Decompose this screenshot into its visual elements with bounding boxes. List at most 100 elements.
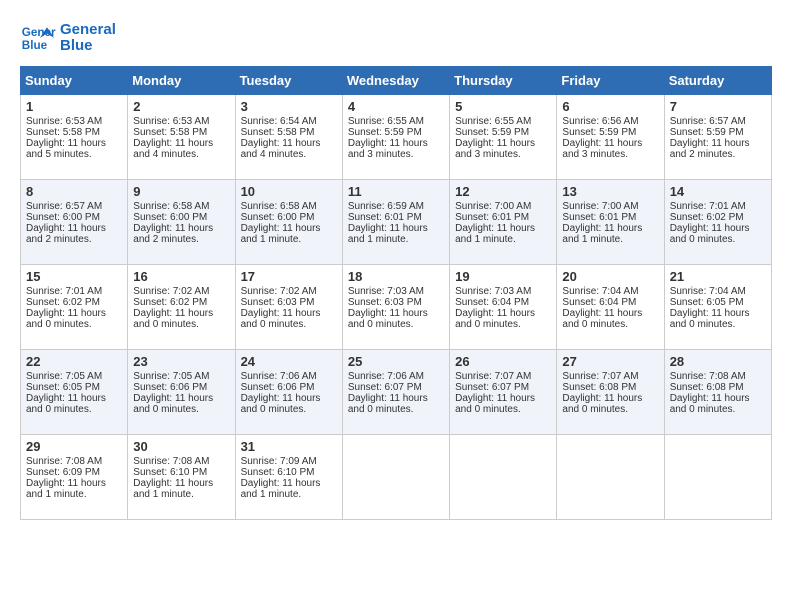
svg-text:General: General bbox=[22, 26, 56, 39]
sunrise-text: Sunrise: 6:53 AM bbox=[26, 116, 102, 127]
sunrise-text: Sunrise: 6:56 AM bbox=[562, 116, 638, 127]
calendar-cell bbox=[557, 435, 664, 520]
calendar-cell: 1Sunrise: 6:53 AMSunset: 5:58 PMDaylight… bbox=[21, 95, 128, 180]
daylight-text: Daylight: 11 hours and 0 minutes. bbox=[241, 393, 321, 415]
sunrise-text: Sunrise: 7:01 AM bbox=[26, 286, 102, 297]
sunset-text: Sunset: 5:59 PM bbox=[348, 127, 422, 138]
day-number: 1 bbox=[26, 99, 122, 114]
day-number: 23 bbox=[133, 354, 229, 369]
sunrise-text: Sunrise: 7:07 AM bbox=[562, 371, 638, 382]
calendar-cell: 29Sunrise: 7:08 AMSunset: 6:09 PMDayligh… bbox=[21, 435, 128, 520]
day-number: 22 bbox=[26, 354, 122, 369]
daylight-text: Daylight: 11 hours and 0 minutes. bbox=[455, 308, 535, 330]
svg-text:Blue: Blue bbox=[22, 39, 48, 52]
calendar-cell: 26Sunrise: 7:07 AMSunset: 6:07 PMDayligh… bbox=[450, 350, 557, 435]
sunset-text: Sunset: 6:05 PM bbox=[670, 297, 744, 308]
sunset-text: Sunset: 5:58 PM bbox=[241, 127, 315, 138]
sunrise-text: Sunrise: 7:00 AM bbox=[562, 201, 638, 212]
logo-general: General bbox=[60, 22, 116, 39]
sunset-text: Sunset: 6:10 PM bbox=[133, 467, 207, 478]
sunrise-text: Sunrise: 7:05 AM bbox=[26, 371, 102, 382]
daylight-text: Daylight: 11 hours and 0 minutes. bbox=[26, 393, 106, 415]
sunrise-text: Sunrise: 7:08 AM bbox=[26, 456, 102, 467]
daylight-text: Daylight: 11 hours and 1 minute. bbox=[455, 223, 535, 245]
sunset-text: Sunset: 6:02 PM bbox=[133, 297, 207, 308]
sunset-text: Sunset: 6:09 PM bbox=[26, 467, 100, 478]
daylight-text: Daylight: 11 hours and 0 minutes. bbox=[562, 308, 642, 330]
day-number: 17 bbox=[241, 269, 337, 284]
sunrise-text: Sunrise: 7:07 AM bbox=[455, 371, 531, 382]
calendar-cell: 10 Sunrise: 6:58 AMSunset: 6:00 PMDayligh… bbox=[235, 180, 342, 265]
calendar-cell: 12Sunrise: 7:00 AMSunset: 6:01 PMDayligh… bbox=[450, 180, 557, 265]
sunset-text: Sunset: 6:00 PM bbox=[241, 212, 315, 223]
sunset-text: Sunset: 6:07 PM bbox=[348, 382, 422, 393]
sunrise-text: Sunrise: 6:55 AM bbox=[455, 116, 531, 127]
daylight-text: Daylight: 11 hours and 0 minutes. bbox=[26, 308, 106, 330]
calendar-week-2: 8Sunrise: 6:57 AMSunset: 6:00 PMDaylight… bbox=[21, 180, 772, 265]
calendar-cell bbox=[664, 435, 771, 520]
calendar-cell: 24Sunrise: 7:06 AMSunset: 6:06 PMDayligh… bbox=[235, 350, 342, 435]
day-number: 4 bbox=[348, 99, 444, 114]
daylight-text: Daylight: 11 hours and 2 minutes. bbox=[133, 223, 213, 245]
day-number: 15 bbox=[26, 269, 122, 284]
day-number: 31 bbox=[241, 439, 337, 454]
calendar-cell: 17 Sunrise: 7:02 AMSunset: 6:03 PMDayligh… bbox=[235, 265, 342, 350]
col-header-friday: Friday bbox=[557, 67, 664, 95]
sunrise-text: Sunrise: 7:08 AM bbox=[670, 371, 746, 382]
sunset-text: Sunset: 6:01 PM bbox=[348, 212, 422, 223]
sunrise-text: Sunrise: 6:57 AM bbox=[26, 201, 102, 212]
calendar-cell: 25 Sunrise: 7:06 AMSunset: 6:07 PMDayligh… bbox=[342, 350, 449, 435]
daylight-text: Daylight: 11 hours and 0 minutes. bbox=[133, 308, 213, 330]
calendar-cell: 2Sunrise: 6:53 AMSunset: 5:58 PMDaylight… bbox=[128, 95, 235, 180]
day-number: 25 bbox=[348, 354, 444, 369]
logo: General Blue General Blue bbox=[20, 20, 116, 56]
calendar-cell: 9 Sunrise: 6:58 AMSunset: 6:00 PMDaylight… bbox=[128, 180, 235, 265]
day-number: 9 bbox=[133, 184, 229, 199]
daylight-text: Daylight: 11 hours and 0 minutes. bbox=[241, 308, 321, 330]
day-number: 12 bbox=[455, 184, 551, 199]
day-number: 5 bbox=[455, 99, 551, 114]
daylight-text: Daylight: 11 hours and 0 minutes. bbox=[348, 393, 428, 415]
day-number: 14 bbox=[670, 184, 766, 199]
sunrise-text: Sunrise: 6:53 AM bbox=[133, 116, 209, 127]
calendar-cell: 18Sunrise: 7:03 AMSunset: 6:03 PMDayligh… bbox=[342, 265, 449, 350]
day-number: 11 bbox=[348, 184, 444, 199]
day-number: 8 bbox=[26, 184, 122, 199]
day-number: 7 bbox=[670, 99, 766, 114]
calendar-cell: 21Sunrise: 7:04 AMSunset: 6:05 PMDayligh… bbox=[664, 265, 771, 350]
sunrise-text: Sunrise: 7:08 AM bbox=[133, 456, 209, 467]
daylight-text: Daylight: 11 hours and 1 minute. bbox=[348, 223, 428, 245]
sunrise-text: Sunrise: 7:02 AM bbox=[241, 286, 317, 297]
calendar-cell: 15Sunrise: 7:01 AMSunset: 6:02 PMDayligh… bbox=[21, 265, 128, 350]
sunrise-text: Sunrise: 7:06 AM bbox=[241, 371, 317, 382]
day-number: 6 bbox=[562, 99, 658, 114]
sunrise-text: Sunrise: 6:58 AM bbox=[133, 201, 209, 212]
sunrise-text: Sunrise: 7:03 AM bbox=[455, 286, 531, 297]
day-number: 24 bbox=[241, 354, 337, 369]
sunset-text: Sunset: 6:08 PM bbox=[670, 382, 744, 393]
day-number: 21 bbox=[670, 269, 766, 284]
daylight-text: Daylight: 11 hours and 1 minute. bbox=[241, 223, 321, 245]
day-number: 27 bbox=[562, 354, 658, 369]
daylight-text: Daylight: 11 hours and 0 minutes. bbox=[348, 308, 428, 330]
daylight-text: Daylight: 11 hours and 4 minutes. bbox=[241, 138, 321, 160]
calendar-week-1: 1Sunrise: 6:53 AMSunset: 5:58 PMDaylight… bbox=[21, 95, 772, 180]
sunset-text: Sunset: 6:03 PM bbox=[241, 297, 315, 308]
sunrise-text: Sunrise: 7:06 AM bbox=[348, 371, 424, 382]
daylight-text: Daylight: 11 hours and 4 minutes. bbox=[133, 138, 213, 160]
calendar-cell: 16Sunrise: 7:02 AMSunset: 6:02 PMDayligh… bbox=[128, 265, 235, 350]
calendar-cell: 22Sunrise: 7:05 AMSunset: 6:05 PMDayligh… bbox=[21, 350, 128, 435]
sunset-text: Sunset: 5:59 PM bbox=[670, 127, 744, 138]
sunset-text: Sunset: 6:00 PM bbox=[133, 212, 207, 223]
day-number: 10 bbox=[241, 184, 337, 199]
logo-blue: Blue bbox=[60, 38, 116, 55]
calendar-cell: 8Sunrise: 6:57 AMSunset: 6:00 PMDaylight… bbox=[21, 180, 128, 265]
sunrise-text: Sunrise: 6:58 AM bbox=[241, 201, 317, 212]
daylight-text: Daylight: 11 hours and 3 minutes. bbox=[348, 138, 428, 160]
sunset-text: Sunset: 6:01 PM bbox=[455, 212, 529, 223]
daylight-text: Daylight: 11 hours and 2 minutes. bbox=[670, 138, 750, 160]
calendar-table: SundayMondayTuesdayWednesdayThursdayFrid… bbox=[20, 66, 772, 520]
col-header-wednesday: Wednesday bbox=[342, 67, 449, 95]
sunset-text: Sunset: 5:58 PM bbox=[133, 127, 207, 138]
calendar-cell: 4Sunrise: 6:55 AMSunset: 5:59 PMDaylight… bbox=[342, 95, 449, 180]
